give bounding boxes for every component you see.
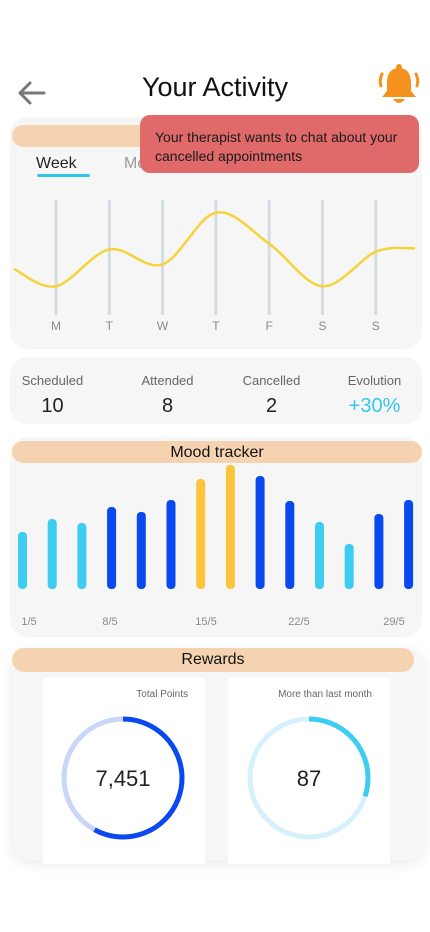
mood-bar <box>315 522 324 589</box>
total-points-value: 7,451 <box>95 766 151 791</box>
bell-icon <box>378 64 420 103</box>
tab-week[interactable]: Week <box>36 155 77 173</box>
mood-bar <box>374 514 384 589</box>
mood-bar-chart: 1/5 8/5 15/5 22/5 29/5 <box>18 465 414 628</box>
activity-line-chart: MTWTFSS <box>13 200 416 333</box>
stat-label-evolution: Evolution <box>347 373 402 388</box>
mood-x-tick-label: 15/5 <box>195 616 216 628</box>
mood-bar <box>166 500 176 589</box>
therapist-notification-toast[interactable]: Your therapist wants to chat about your … <box>140 115 419 173</box>
stat-value-scheduled: 10 <box>41 395 64 417</box>
x-tick-label: T <box>106 319 114 333</box>
x-tick-label: S <box>372 319 380 333</box>
stat-label-cancelled: Cancelled <box>242 373 301 388</box>
mood-bar <box>225 465 235 589</box>
mood-bar <box>47 519 57 589</box>
more-than-last-month-value: 87 <box>296 766 322 791</box>
mood-bar <box>196 479 206 589</box>
mood-bar <box>285 501 295 589</box>
stat-label-attended: Attended <box>141 373 194 388</box>
stat-label-scheduled: Scheduled <box>21 373 84 388</box>
x-tick-label: M <box>51 319 61 333</box>
mood-bar <box>107 507 117 589</box>
mood-x-tick-label: 22/5 <box>288 616 309 628</box>
stat-value-cancelled: 2 <box>265 395 278 417</box>
page-title: Your Activity <box>141 72 289 102</box>
active-tab-indicator <box>37 174 90 177</box>
mood-bar <box>404 500 414 589</box>
total-points-caption: Total Points <box>136 689 188 700</box>
x-tick-label: F <box>266 319 273 333</box>
stat-value-attended: 8 <box>161 395 174 417</box>
rewards-title: Rewards <box>12 648 414 672</box>
more-than-last-month-caption: More than last month <box>278 689 372 700</box>
mood-bar <box>77 523 87 589</box>
mood-x-tick-label: 1/5 <box>21 616 36 628</box>
x-tick-label: W <box>157 319 169 333</box>
mood-bar <box>255 476 265 589</box>
mood-bar <box>344 544 354 589</box>
mood-bar <box>136 512 146 589</box>
x-tick-label: T <box>212 319 220 333</box>
stat-value-evolution: +30% <box>348 395 401 417</box>
total-points-card: Total Points 7,451 <box>43 678 205 864</box>
mood-x-tick-label: 29/5 <box>383 616 404 628</box>
mood-bar <box>18 532 27 589</box>
notifications-button[interactable] <box>376 62 422 108</box>
x-tick-label: S <box>318 319 326 333</box>
mood-tracker-title: Mood tracker <box>12 441 422 463</box>
more-than-last-month-card: More than last month 87 <box>228 678 390 864</box>
mood-x-tick-label: 8/5 <box>102 616 117 628</box>
